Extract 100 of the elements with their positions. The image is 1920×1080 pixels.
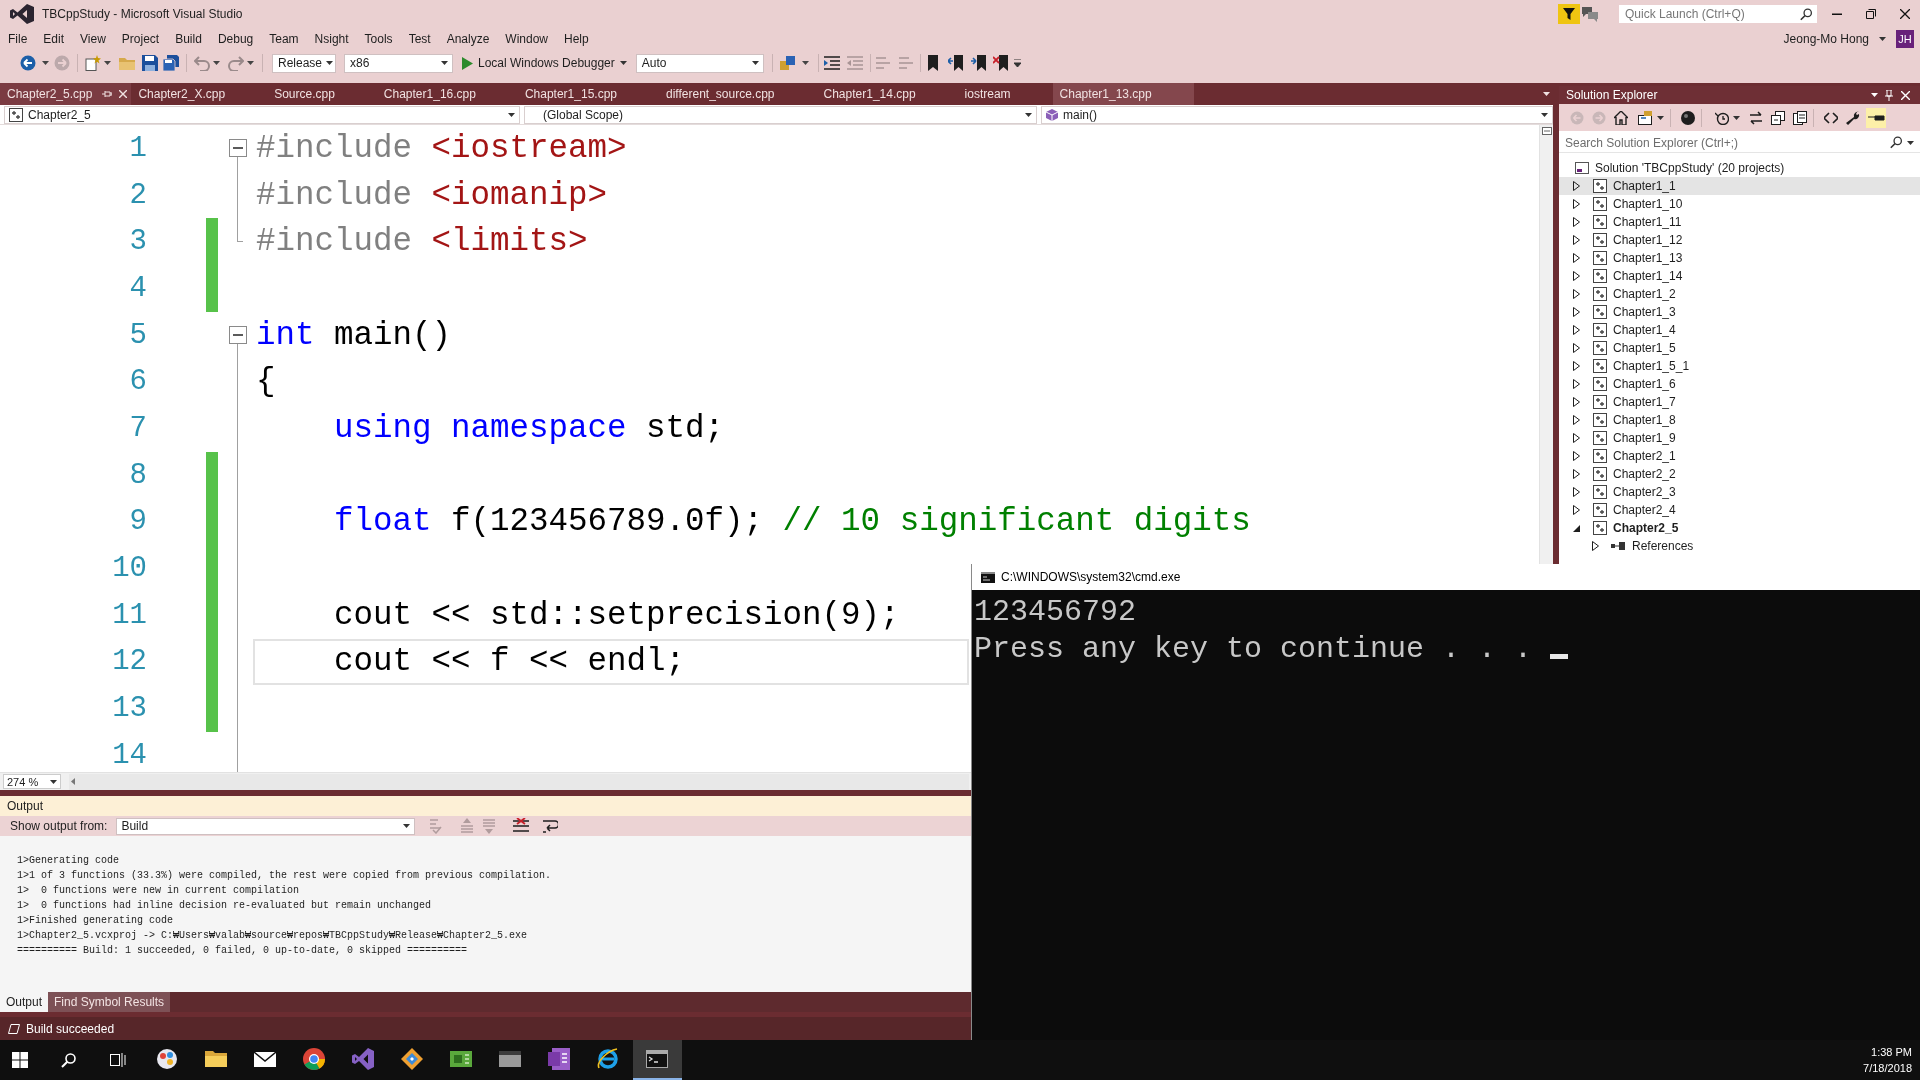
notebook-icon[interactable] <box>548 1048 570 1070</box>
menu-item[interactable]: Team <box>261 30 307 48</box>
tree-item[interactable]: Chapter1_2 <box>1559 285 1920 303</box>
tree-arrow-icon[interactable] <box>1573 307 1580 317</box>
menu-item[interactable]: File <box>0 30 36 48</box>
search-icon[interactable] <box>61 1052 77 1068</box>
project-icon[interactable] <box>1593 179 1607 193</box>
tree-item[interactable]: Chapter1_3 <box>1559 303 1920 321</box>
panel-tab[interactable]: Find Symbol Results <box>48 992 171 1012</box>
tree-arrow-icon[interactable] <box>1573 343 1580 353</box>
tree-arrow-icon[interactable] <box>1573 451 1580 461</box>
disc-icon[interactable] <box>1681 110 1695 125</box>
back-arrow-icon[interactable] <box>20 55 36 71</box>
tree-item[interactable]: References <box>1559 537 1920 555</box>
user-name[interactable]: Jeong-Mo Hong <box>1783 32 1869 46</box>
file-tab[interactable]: iostream <box>957 83 1053 105</box>
tree-item[interactable]: Chapter1_5_1 <box>1559 357 1920 375</box>
project-icon[interactable] <box>1593 521 1607 535</box>
menu-item[interactable]: Edit <box>35 30 73 48</box>
indent-icon[interactable] <box>823 55 840 71</box>
copy-pages-icon[interactable] <box>1793 110 1807 125</box>
stack-icon[interactable] <box>779 55 796 71</box>
caret-icon[interactable] <box>1541 112 1548 117</box>
references-icon[interactable] <box>1611 542 1625 550</box>
bookmark-next-icon[interactable] <box>970 55 987 71</box>
bookmark-icon[interactable] <box>926 55 939 71</box>
menu-item[interactable]: Debug <box>209 30 262 48</box>
tree-arrow-icon[interactable] <box>1573 217 1580 227</box>
round-logo-icon[interactable] <box>303 1048 325 1070</box>
save-all-icon[interactable] <box>163 55 179 71</box>
sync-window-icon[interactable] <box>1638 110 1652 125</box>
restore-icon[interactable] <box>1866 9 1876 19</box>
orbit-logo-icon[interactable] <box>597 1048 619 1070</box>
tree-arrow-icon[interactable] <box>1573 235 1580 245</box>
split-icon[interactable] <box>1541 127 1552 135</box>
tree-arrow-icon[interactable] <box>1592 541 1599 551</box>
menu-item[interactable]: Build <box>167 30 210 48</box>
board-icon[interactable] <box>450 1048 472 1070</box>
tree-item[interactable]: Chapter2_3 <box>1559 483 1920 501</box>
caret-icon[interactable] <box>508 112 515 117</box>
file-tab[interactable]: different_source.cpp <box>659 83 817 105</box>
taskbar-app[interactable] <box>632 1040 682 1080</box>
dash-toggle-icon[interactable] <box>1866 107 1886 128</box>
overflow-icon[interactable] <box>1013 59 1021 67</box>
clock-icon[interactable] <box>1715 110 1729 125</box>
project-icon[interactable] <box>1593 431 1607 445</box>
quick-launch-field[interactable]: Quick Launch (Ctrl+Q) <box>1619 5 1817 23</box>
tree-arrow-icon[interactable] <box>1573 253 1580 263</box>
project-icon[interactable] <box>1593 233 1607 247</box>
menu-item[interactable]: Test <box>400 30 439 48</box>
tree-item[interactable]: Chapter1_14 <box>1559 267 1920 285</box>
home-icon[interactable] <box>1614 110 1628 125</box>
project-icon[interactable] <box>1593 503 1607 517</box>
zoom-dropdown[interactable]: 274 % <box>3 774 61 789</box>
member-dropdown[interactable]: main() <box>1041 105 1553 124</box>
caret-icon[interactable] <box>1907 140 1914 145</box>
file-tab[interactable]: Chapter1_14.cpp <box>816 83 958 105</box>
tree-arrow-icon[interactable] <box>1573 415 1580 425</box>
file-tab[interactable]: Source.cpp <box>267 83 377 105</box>
project-icon[interactable] <box>1593 341 1607 355</box>
console-icon[interactable] <box>981 571 995 583</box>
menu-item[interactable]: Analyze <box>438 30 498 48</box>
wrench-icon[interactable] <box>1846 110 1860 125</box>
tree-item[interactable]: Chapter1_6 <box>1559 375 1920 393</box>
tab-list-caret-icon[interactable] <box>1543 92 1550 96</box>
folder-icon[interactable] <box>205 1048 227 1070</box>
tree-item[interactable]: Chapter1_1 <box>1559 177 1920 195</box>
scope-dropdown[interactable]: (Global Scope) <box>524 105 1037 124</box>
tree-item[interactable]: Chapter1_12 <box>1559 231 1920 249</box>
file-tab[interactable]: Chapter2_X.cpp <box>131 83 268 105</box>
project-icon[interactable] <box>9 107 23 122</box>
tree-item[interactable]: Chapter1_9 <box>1559 429 1920 447</box>
swap-arrows-icon[interactable] <box>1749 110 1763 125</box>
project-icon[interactable] <box>1593 287 1607 301</box>
window-icon[interactable] <box>499 1048 521 1070</box>
project-dropdown[interactable]: Chapter2_5 <box>4 105 520 124</box>
tree-item[interactable]: Chapter1_5 <box>1559 339 1920 357</box>
project-icon[interactable] <box>1593 485 1607 499</box>
palette-icon[interactable] <box>156 1048 178 1070</box>
file-tab[interactable]: Chapter1_15.cpp <box>517 83 659 105</box>
search-icon[interactable] <box>1890 136 1903 149</box>
code-icon[interactable] <box>1824 110 1838 125</box>
project-icon[interactable] <box>1593 467 1607 481</box>
tree-arrow-icon[interactable] <box>1573 505 1580 515</box>
tree-item[interactable]: Chapter2_2 <box>1559 465 1920 483</box>
tree-arrow-icon[interactable] <box>1573 379 1580 389</box>
project-icon[interactable] <box>1593 413 1607 427</box>
caret-icon[interactable] <box>1871 93 1878 97</box>
debugger-button[interactable]: Local Windows Debugger <box>460 56 629 70</box>
tree-arrow-icon[interactable] <box>1573 361 1580 371</box>
play-icon[interactable] <box>462 56 473 70</box>
menu-item[interactable]: Help <box>556 30 597 48</box>
project-icon[interactable] <box>1593 377 1607 391</box>
tree-arrow-icon[interactable] <box>1573 433 1580 443</box>
diamond-logo-icon[interactable] <box>401 1048 423 1070</box>
tree-item[interactable]: Chapter1_7 <box>1559 393 1920 411</box>
solution-icon[interactable] <box>1575 162 1589 174</box>
caret-icon[interactable] <box>801 61 809 65</box>
tree-arrow-icon[interactable] <box>1573 523 1580 533</box>
project-icon[interactable] <box>1593 449 1607 463</box>
